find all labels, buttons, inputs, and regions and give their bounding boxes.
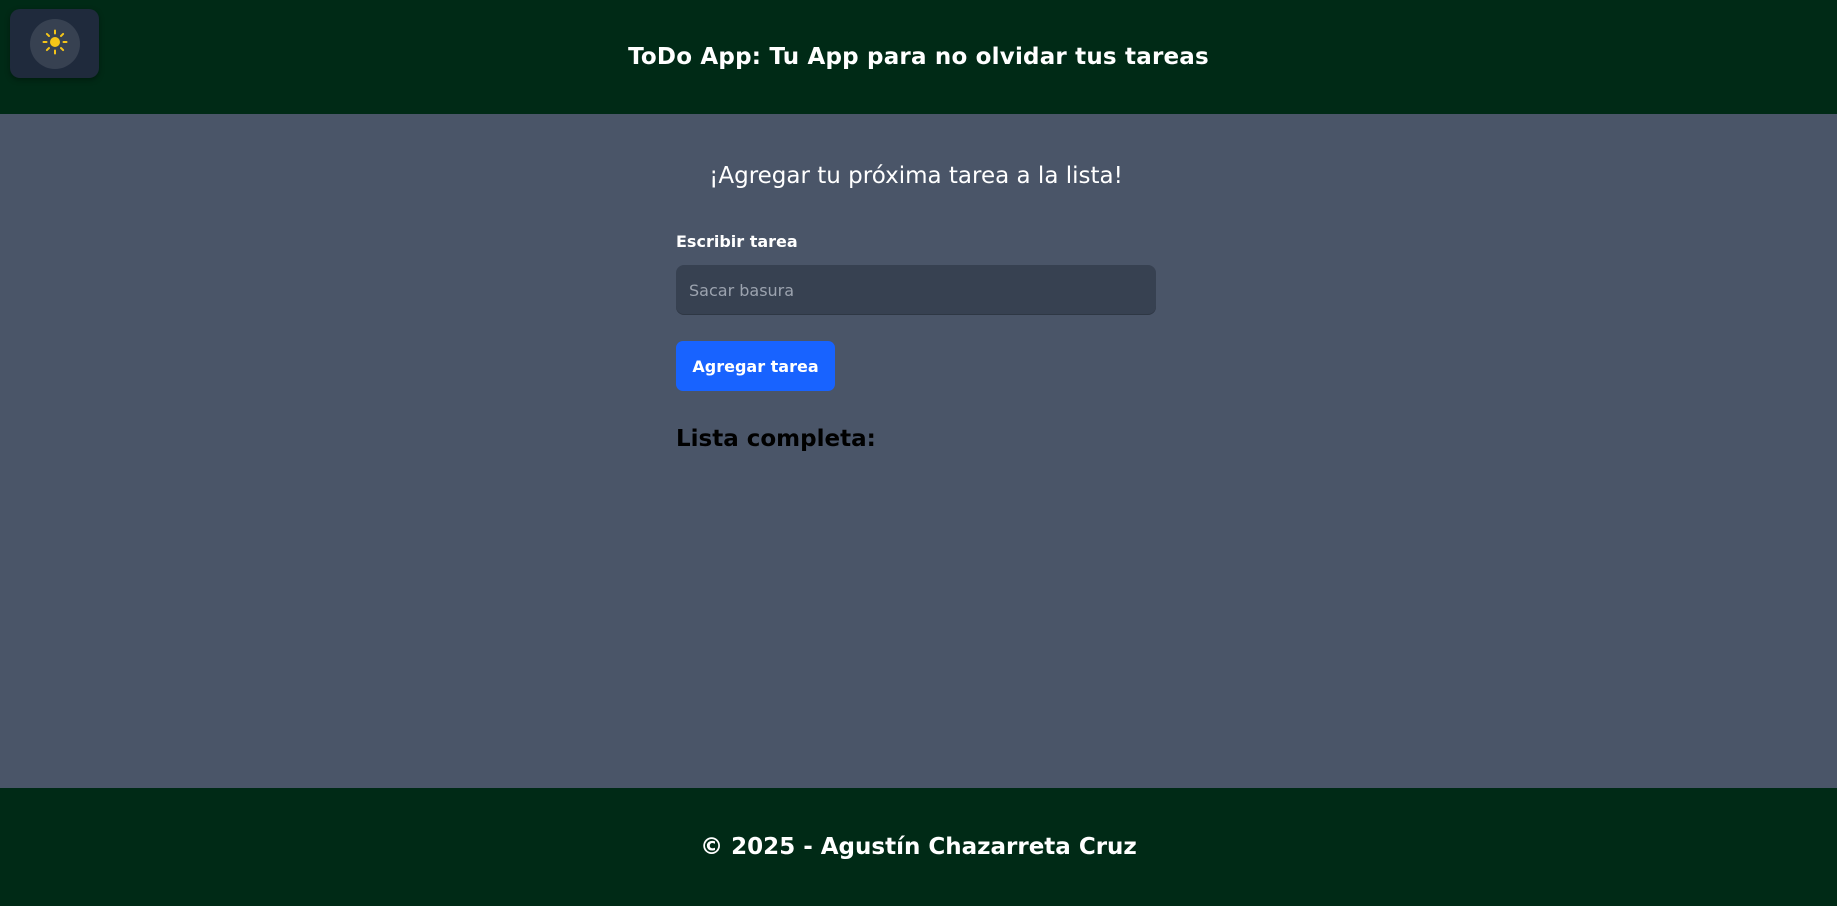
theme-toggle-button[interactable] xyxy=(29,18,80,69)
sun-icon xyxy=(42,29,68,59)
task-input-label: Escribir tarea xyxy=(676,232,798,251)
app-header: ToDo App: Tu App para no olvidar tus tar… xyxy=(0,0,1837,114)
add-task-button[interactable]: Agregar tarea xyxy=(676,341,835,391)
theme-toggle-container xyxy=(10,9,99,78)
footer-copyright: © 2025 - Agustín Chazarreta Cruz xyxy=(700,834,1137,860)
task-list-title: Lista completa: xyxy=(676,426,876,452)
app-root: ToDo App: Tu App para no olvidar tus tar… xyxy=(0,0,1837,906)
app-title: ToDo App: Tu App para no olvidar tus tar… xyxy=(628,44,1209,70)
task-input[interactable] xyxy=(676,265,1156,315)
main-content: ¡Agregar tu próxima tarea a la lista! Es… xyxy=(0,114,1837,788)
page-subtitle: ¡Agregar tu próxima tarea a la lista! xyxy=(709,163,1123,189)
app-footer: © 2025 - Agustín Chazarreta Cruz xyxy=(0,788,1837,906)
